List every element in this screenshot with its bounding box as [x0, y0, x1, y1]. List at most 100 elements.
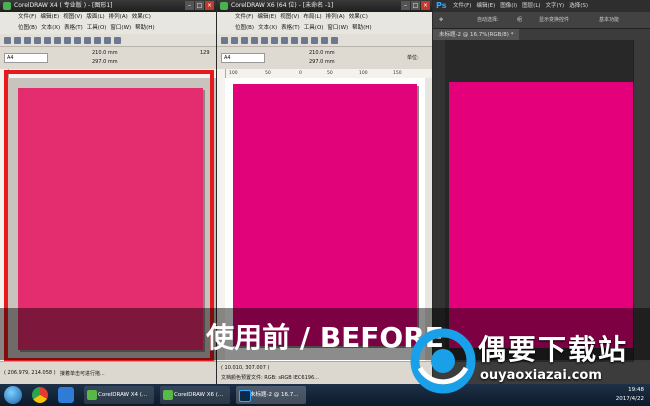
redo-icon[interactable]: [301, 36, 308, 44]
menu-layout[interactable]: 布局(L): [303, 12, 321, 23]
maximize-button[interactable]: □: [411, 1, 420, 10]
watermark-url: ouyaoxiazai.com: [480, 368, 602, 383]
x6-units-label: 单位:: [407, 55, 419, 61]
menu-layout[interactable]: 版面(L): [86, 12, 104, 23]
menu-file[interactable]: 文件(F): [453, 0, 471, 12]
menu-view[interactable]: 视图(V): [63, 12, 82, 23]
save-icon[interactable]: [241, 36, 248, 44]
cut-icon[interactable]: [261, 36, 268, 44]
start-button[interactable]: [4, 386, 22, 404]
x6-window-title: CorelDRAW X6 (64 位) - [未命名 -1]: [231, 2, 334, 9]
import-icon[interactable]: [311, 36, 318, 44]
new-document-icon[interactable]: [4, 36, 11, 44]
x4-page-size-select[interactable]: A4: [4, 53, 48, 63]
x6-status-bar: ( 10.010, 307.007 ) 文档颜色预置文件: RGB: sRGB …: [217, 361, 432, 384]
x4-window-title: CorelDRAW X4 ( 专业版 ) - [图形1]: [14, 2, 113, 9]
taskbar-item-x6[interactable]: CorelDRAW X6 (...: [160, 386, 230, 404]
menu-edit[interactable]: 编辑(E): [257, 12, 276, 23]
x6-standard-toolbar: [217, 34, 432, 47]
coreldraw-app-icon: [220, 2, 228, 10]
x6-page-size-select[interactable]: A4: [221, 53, 265, 63]
x6-width-field[interactable]: 210.0 mm: [309, 50, 335, 56]
ps-options-bar: ✥ 自动选择: 组 显示变换控件 基本功能: [433, 12, 650, 29]
close-button[interactable]: ×: [205, 1, 214, 10]
cut-icon[interactable]: [44, 36, 51, 44]
show-transform-checkbox[interactable]: 显示变换控件: [539, 12, 569, 28]
photoshop-icon: [239, 390, 251, 402]
auto-select-target[interactable]: 组: [517, 12, 522, 28]
x6-pink-page[interactable]: [233, 84, 417, 346]
print-icon[interactable]: [251, 36, 258, 44]
menu-text[interactable]: 文本(X): [41, 23, 60, 34]
minimize-button[interactable]: –: [185, 1, 194, 10]
coreldraw-icon: [163, 390, 173, 400]
menu-effects[interactable]: 效果(C): [349, 12, 368, 23]
menu-window[interactable]: 窗口(W): [110, 23, 131, 34]
watermark-logo-icon: [410, 328, 476, 394]
undo-icon[interactable]: [291, 36, 298, 44]
x4-width-field[interactable]: 210.0 mm: [92, 50, 118, 56]
import-icon[interactable]: [94, 36, 101, 44]
menu-select[interactable]: 选择(S): [569, 0, 588, 12]
taskbar-item-ps[interactable]: 未标题-2 @ 16.7...: [236, 386, 306, 404]
ruler-tick-label: 50: [265, 71, 271, 76]
x4-height-field[interactable]: 297.0 mm: [92, 59, 118, 65]
save-icon[interactable]: [24, 36, 31, 44]
undo-icon[interactable]: [74, 36, 81, 44]
watermark-name: 偶要下载站: [478, 333, 629, 366]
copy-icon[interactable]: [54, 36, 61, 44]
x4-zoom-level[interactable]: 129: [200, 50, 210, 56]
auto-select-checkbox[interactable]: 自动选择:: [477, 12, 499, 28]
menu-table[interactable]: 表格(T): [64, 23, 83, 34]
x6-color-profile: 文档颜色预置文件: RGB: sRGB IEC6196...: [221, 375, 319, 381]
menu-table[interactable]: 表格(T): [281, 23, 300, 34]
move-tool-icon[interactable]: ✥: [439, 12, 443, 28]
open-icon[interactable]: [14, 36, 21, 44]
pinned-app-icon[interactable]: [58, 387, 74, 403]
chrome-taskbar-icon[interactable]: [32, 387, 48, 403]
menu-bitmaps[interactable]: 位图(B): [235, 23, 254, 34]
paste-icon[interactable]: [281, 36, 288, 44]
coreldraw-icon: [87, 390, 97, 400]
menu-image[interactable]: 图像(I): [500, 0, 517, 12]
menu-file[interactable]: 文件(F): [235, 12, 253, 23]
menu-edit[interactable]: 编辑(E): [40, 12, 59, 23]
menu-file[interactable]: 文件(F): [18, 12, 36, 23]
x6-height-field[interactable]: 297.0 mm: [309, 59, 335, 65]
zoom-icon[interactable]: [331, 36, 338, 44]
copy-icon[interactable]: [271, 36, 278, 44]
new-document-icon[interactable]: [221, 36, 228, 44]
menu-layer[interactable]: 图层(L): [522, 0, 540, 12]
menu-type[interactable]: 文字(Y): [546, 0, 565, 12]
menu-arrange[interactable]: 排列(A): [326, 12, 345, 23]
x4-status-hint: 接着单击可进行拖...: [60, 371, 105, 377]
x4-menubar-row2: 位图(B) 文本(X) 表格(T) 工具(O) 窗口(W) 帮助(H): [0, 23, 216, 34]
menu-window[interactable]: 窗口(W): [327, 23, 348, 34]
export-icon[interactable]: [104, 36, 111, 44]
redo-icon[interactable]: [84, 36, 91, 44]
ruler-tick-label: 50: [327, 71, 333, 76]
menu-text[interactable]: 文本(X): [258, 23, 277, 34]
print-icon[interactable]: [34, 36, 41, 44]
x4-property-bar: A4 210.0 mm 297.0 mm 129: [0, 47, 216, 70]
workspace-select[interactable]: 基本功能: [599, 12, 619, 28]
zoom-icon[interactable]: [114, 36, 121, 44]
menu-help[interactable]: 帮助(H): [135, 23, 154, 34]
minimize-button[interactable]: –: [401, 1, 410, 10]
menu-effects[interactable]: 效果(C): [132, 12, 151, 23]
menu-bitmaps[interactable]: 位图(B): [18, 23, 37, 34]
menu-view[interactable]: 视图(V): [280, 12, 299, 23]
export-icon[interactable]: [321, 36, 328, 44]
x6-property-bar: A4 210.0 mm 297.0 mm 单位:: [217, 47, 432, 70]
menu-tools[interactable]: 工具(O): [87, 23, 107, 34]
taskbar-item-x4[interactable]: CorelDRAW X4 (...: [84, 386, 154, 404]
open-icon[interactable]: [231, 36, 238, 44]
maximize-button[interactable]: □: [195, 1, 204, 10]
close-button[interactable]: ×: [421, 1, 430, 10]
menu-tools[interactable]: 工具(O): [304, 23, 324, 34]
menu-help[interactable]: 帮助(H): [352, 23, 371, 34]
menu-arrange[interactable]: 排列(A): [109, 12, 128, 23]
ruler-tick-label: 0: [299, 71, 302, 76]
paste-icon[interactable]: [64, 36, 71, 44]
menu-edit[interactable]: 编辑(E): [476, 0, 495, 12]
